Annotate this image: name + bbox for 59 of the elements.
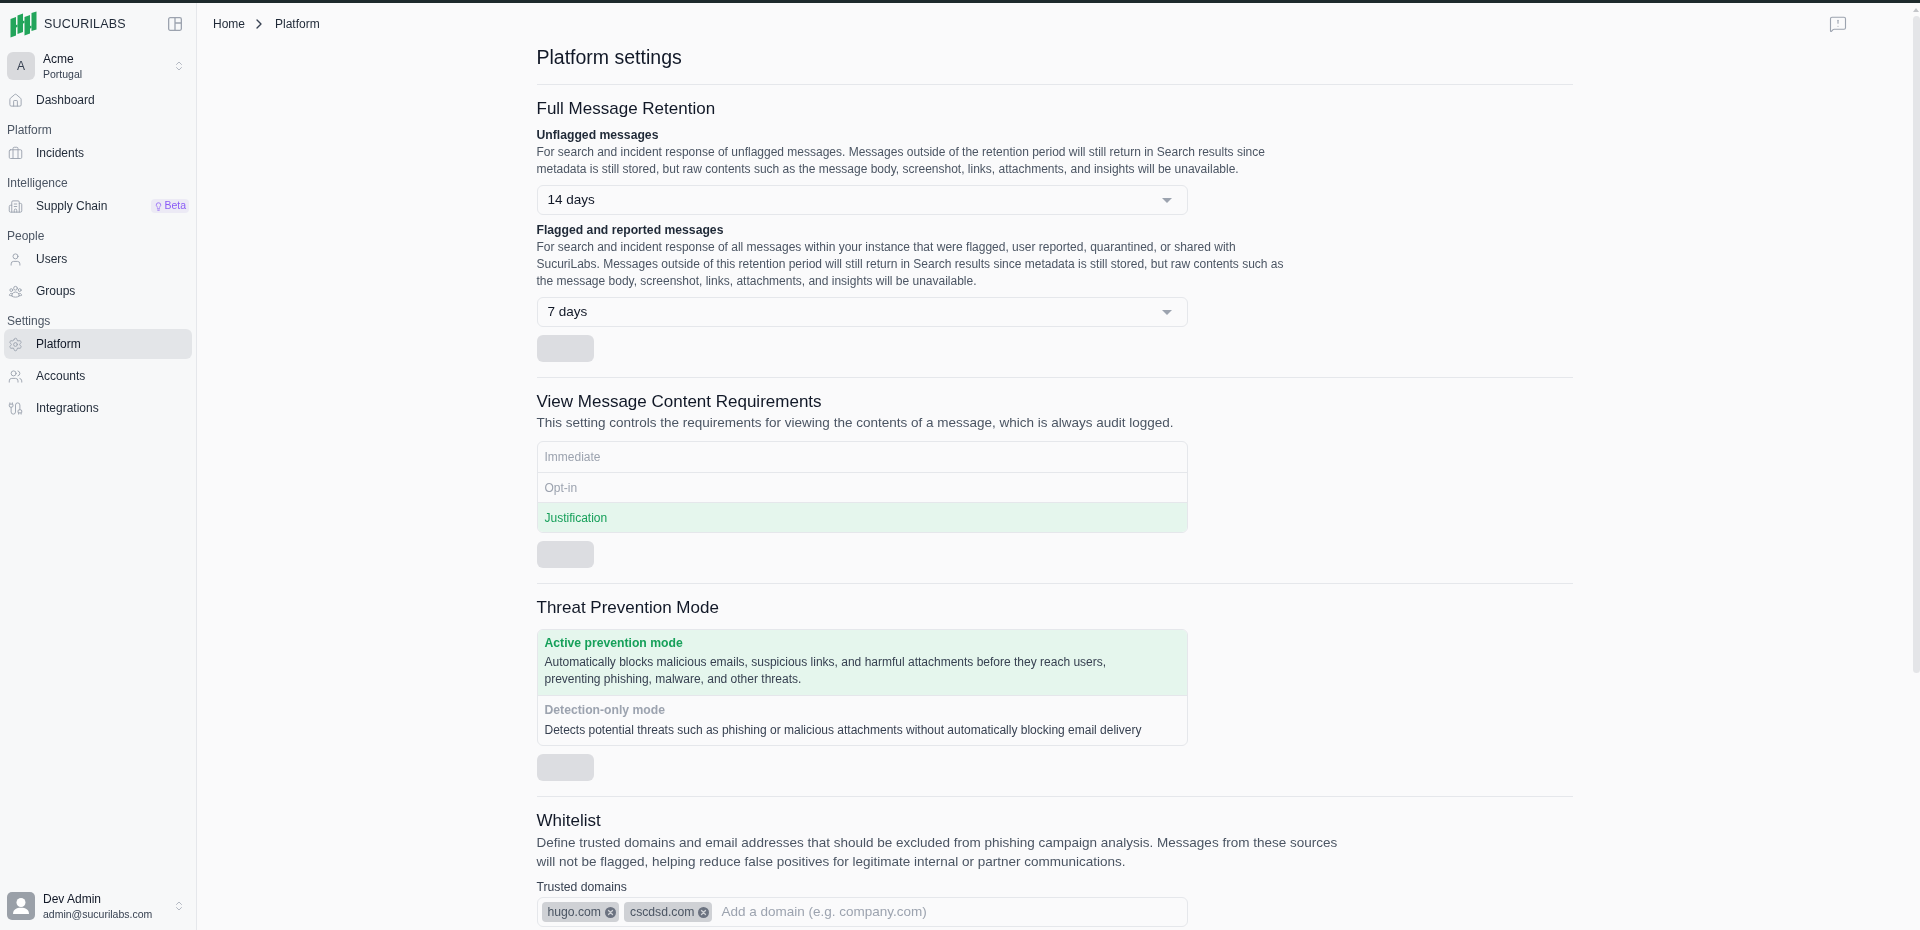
user-icon	[8, 251, 23, 267]
scroll-up-icon[interactable]	[1913, 8, 1919, 12]
section-heading: Threat Prevention Mode	[536, 597, 720, 619]
breadcrumb-current: Platform	[275, 15, 320, 33]
caret-icon	[1161, 309, 1172, 315]
section-heading: View Message Content Requirements	[536, 391, 823, 413]
nav-group-label: Settings	[6, 314, 52, 328]
section-description: This setting controls the requirements for viewing the contents of a message, which is always audit logged.	[536, 414, 1175, 432]
mode-option[interactable]: Detection-only mode Detects potential threats such as phishing or malicious attachments without automatically blocking email delivery	[537, 695, 1187, 745]
nav-item[interactable]: Incidents	[4, 138, 192, 168]
house-icon	[8, 92, 23, 108]
nav-item[interactable]: Groups	[4, 276, 192, 306]
nav-item[interactable]: Integrations	[4, 393, 192, 423]
mode-option[interactable]: Active prevention mode Automatically blocks malicious emails, suspicious links, and harmful attachments before they reach users, preventing phishing, malware, and other threats.	[537, 630, 1187, 695]
section-heading: Full Message Retention	[536, 98, 717, 120]
lightbulb-icon	[154, 201, 164, 211]
nav-group-label: Platform	[6, 123, 53, 137]
nav-group-label: Intelligence	[6, 176, 69, 190]
domain-input-field[interactable]: hugo.com cscdsd.com Add a domain (e.g. company.com)	[536, 897, 1188, 927]
caret-icon	[1161, 197, 1172, 203]
page-title: Platform settings	[536, 44, 1573, 85]
briefcase-icon	[8, 145, 23, 161]
nav-item[interactable]: Dashboard	[4, 85, 192, 115]
brand-name: SUCURILABS	[44, 15, 126, 33]
building-icon	[8, 198, 23, 214]
setting-description: For search and incident response of all messages within your instance that were flagged, user reported, quarantined, or shared with SucuriLabs. Messages outside of this retention period will still return in Search results since metadata is still stored, but raw contents such as the message body, screenshot, links, attachments, and insights will be unavailable.	[536, 239, 1285, 290]
nav-item[interactable]: Users	[4, 244, 192, 274]
nav-item[interactable]: Supply Chain Beta	[4, 191, 192, 221]
nav-group-label: People	[6, 229, 46, 243]
domain-text: hugo.com	[547, 903, 602, 921]
setting-description: For search and incident response of unflagged messages. Messages outside of the retention period will still return in Search results since metadata is still stored, but raw contents such as the message body, screenshot, links, attachments, and insights will be unavailable.	[536, 144, 1266, 178]
logo-icon	[10, 10, 37, 38]
nav-item[interactable]: Platform	[4, 329, 192, 359]
add-domain-input[interactable]: Add a domain (e.g. company.com)	[721, 901, 1187, 923]
close-icon[interactable]	[698, 906, 710, 918]
org-avatar: A	[7, 52, 35, 80]
close-icon[interactable]	[605, 906, 617, 918]
avatar-icon	[7, 892, 35, 920]
retention-select[interactable]: 14 days	[536, 185, 1188, 215]
beta-label: Beta	[164, 198, 186, 214]
setting-title: Flagged and reported messages	[536, 222, 725, 239]
user-menu[interactable]: Dev Admin admin@sucurilabs.com	[0, 892, 196, 920]
section-heading: Whitelist	[536, 810, 602, 832]
cable-icon	[8, 400, 23, 416]
chevrons-updown-icon	[173, 60, 185, 72]
chevrons-updown-icon	[173, 900, 185, 912]
nav-item[interactable]: Accounts	[4, 361, 192, 391]
breadcrumb-link[interactable]: Home	[213, 14, 245, 33]
settings-icon	[8, 336, 23, 352]
layout-icon[interactable]	[168, 17, 182, 31]
field-label: Trusted domains	[536, 879, 628, 896]
domain-text: cscdsd.com	[630, 903, 695, 921]
section-description: Define trusted domains and email addresses that should be excluded from phishing campaign analysis. Messages from these sources will not be flagged, helping reduce false positives for legitimate internal or partner communications.	[536, 834, 1339, 871]
users-icon	[8, 368, 23, 384]
user-group-icon	[8, 283, 23, 299]
org-switcher[interactable]: A Acme Portugal	[0, 52, 196, 80]
message-alert-icon[interactable]	[1829, 14, 1847, 33]
setting-title: Unflagged messages	[536, 127, 660, 144]
retention-select[interactable]: 7 days	[536, 297, 1188, 327]
